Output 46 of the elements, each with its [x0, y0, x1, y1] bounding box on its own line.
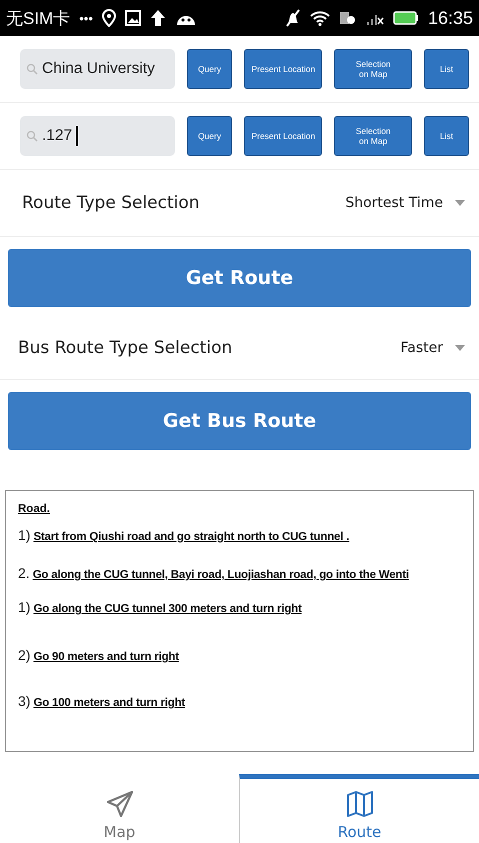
folded-map-icon [344, 789, 374, 819]
direction-step: Start from Qiushi road and go straight north to CUG tunnel . [33, 531, 350, 543]
get-bus-route-button[interactable]: Get Bus Route [8, 392, 471, 450]
sim-status-icon [338, 10, 357, 26]
step-number: 1) [18, 527, 30, 543]
direction-step: Go 90 meters and turn right [33, 651, 179, 663]
directions-heading: Road. [18, 503, 51, 515]
step-number: 2) [18, 647, 30, 663]
direction-step: Go along the CUG tunnel, Bayi road, Luojiashan road, go into the Wenti [32, 569, 409, 581]
route-type-label: Route Type Selection [22, 193, 200, 213]
notification-dots: ••• [79, 10, 93, 26]
location-pin-icon [102, 9, 116, 27]
search-icon [26, 130, 38, 142]
action-button[interactable]: Present Location [244, 49, 322, 89]
action-button[interactable]: List [424, 116, 469, 156]
text-cursor [76, 126, 78, 146]
step-number: 2. [18, 565, 30, 581]
action-button[interactable]: Query [186, 116, 232, 156]
wifi-icon [310, 10, 330, 26]
get-route-button[interactable]: Get Route [8, 249, 471, 307]
paper-plane-icon [104, 789, 134, 819]
step-number: 3) [18, 693, 30, 709]
action-button[interactable]: Selection on Map [334, 49, 412, 89]
carrier-label: 无SIM卡 [6, 8, 70, 30]
bus-route-type-label: Bus Route Type Selection [18, 338, 232, 358]
battery-icon [392, 11, 419, 25]
action-button[interactable]: Present Location [244, 116, 322, 156]
action-button[interactable]: List [424, 49, 469, 89]
search-field[interactable]: China University [20, 49, 175, 89]
action-button[interactable]: Query [186, 49, 232, 89]
clock-label: 16:35 [428, 8, 473, 28]
direction-step: Go 100 meters and turn right [33, 697, 186, 709]
route-type-dropdown[interactable]: Shortest Time [345, 195, 465, 211]
image-icon [124, 10, 141, 26]
muted-bell-icon [284, 9, 301, 27]
bus-route-type-dropdown[interactable]: Faster [400, 340, 465, 356]
dropdown-arrow-icon [455, 345, 465, 351]
dropdown-arrow-icon [455, 200, 465, 206]
search-field[interactable]: .127 [20, 116, 175, 156]
upload-arrow-icon [150, 9, 166, 27]
nav-tab[interactable]: Map [0, 774, 239, 843]
step-number: 1) [18, 599, 30, 615]
search-icon [26, 63, 38, 75]
nav-tab[interactable]: Route [239, 774, 479, 843]
action-button[interactable]: Selection on Map [334, 116, 412, 156]
direction-step: Go along the CUG tunnel 300 meters and turn right [33, 603, 302, 615]
